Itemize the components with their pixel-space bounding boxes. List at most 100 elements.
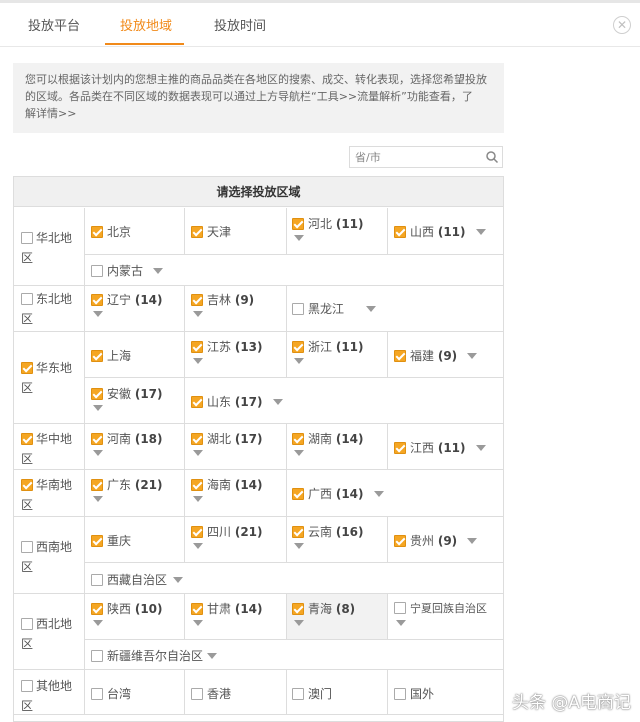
province-tianjin[interactable]: 天津 [191, 223, 231, 240]
province-checkbox[interactable] [394, 350, 406, 362]
region-checkbox[interactable] [21, 541, 33, 553]
province-macau[interactable]: 澳门 [292, 685, 332, 702]
chevron-down-icon[interactable] [93, 620, 103, 626]
province-anhui[interactable]: 安徽 (17) [91, 385, 163, 411]
province-checkbox[interactable] [91, 574, 103, 586]
province-checkbox[interactable] [394, 535, 406, 547]
province-checkbox[interactable] [91, 388, 103, 400]
province-beijing[interactable]: 北京 [91, 223, 131, 240]
province-shaanxi[interactable]: 陕西 (10) [91, 600, 163, 626]
tab-time[interactable]: 投放时间 [214, 15, 266, 34]
province-checkbox[interactable] [191, 526, 203, 538]
province-checkbox[interactable] [191, 396, 203, 408]
province-checkbox[interactable] [191, 226, 203, 238]
region-other[interactable]: 其他地区 [21, 676, 79, 716]
province-chongqing[interactable]: 重庆 [91, 532, 131, 549]
region-dongbei[interactable]: 东北地区 [21, 289, 79, 329]
province-checkbox[interactable] [394, 602, 406, 614]
chevron-down-icon[interactable] [294, 235, 304, 241]
region-checkbox[interactable] [21, 232, 33, 244]
province-hainan[interactable]: 海南 (14) [191, 476, 263, 502]
province-hunan[interactable]: 湖南 (14) [292, 430, 364, 456]
province-jiangxi[interactable]: 江西 (11) [394, 439, 486, 456]
province-checkbox[interactable] [292, 433, 304, 445]
province-checkbox[interactable] [292, 341, 304, 353]
province-neimenggu[interactable]: 内蒙古 [91, 262, 164, 279]
chevron-down-icon[interactable] [173, 577, 184, 583]
chevron-down-icon[interactable] [93, 311, 103, 317]
chevron-down-icon[interactable] [193, 450, 203, 456]
chevron-down-icon[interactable] [193, 543, 203, 549]
province-overseas[interactable]: 国外 [394, 685, 434, 702]
chevron-down-icon[interactable] [294, 620, 304, 626]
province-heilongjiang[interactable]: 黑龙江 [292, 300, 377, 317]
tab-platform[interactable]: 投放平台 [28, 15, 80, 34]
chevron-down-icon[interactable] [207, 653, 218, 659]
province-checkbox[interactable] [91, 350, 103, 362]
region-checkbox[interactable] [21, 618, 33, 630]
province-qinghai[interactable]: 青海 (8) [292, 600, 355, 626]
chevron-down-icon[interactable] [396, 620, 406, 626]
province-hubei[interactable]: 湖北 (17) [191, 430, 263, 456]
region-huanan[interactable]: 华南地区 [21, 475, 79, 515]
province-checkbox[interactable] [191, 433, 203, 445]
region-huadong[interactable]: 华东地区 [21, 358, 79, 398]
province-checkbox[interactable] [191, 688, 203, 700]
chevron-down-icon[interactable] [93, 450, 103, 456]
chevron-down-icon[interactable] [467, 353, 478, 359]
region-checkbox[interactable] [21, 680, 33, 692]
chevron-down-icon[interactable] [272, 399, 283, 405]
chevron-down-icon[interactable] [373, 491, 384, 497]
province-checkbox[interactable] [91, 433, 103, 445]
region-xibei[interactable]: 西北地区 [21, 614, 79, 654]
province-checkbox[interactable] [91, 688, 103, 700]
search-input[interactable] [355, 149, 483, 165]
region-checkbox[interactable] [21, 362, 33, 374]
chevron-down-icon[interactable] [193, 311, 203, 317]
province-gansu[interactable]: 甘肃 (14) [191, 600, 263, 626]
province-checkbox[interactable] [191, 341, 203, 353]
province-checkbox[interactable] [91, 479, 103, 491]
province-checkbox[interactable] [394, 688, 406, 700]
province-checkbox[interactable] [191, 479, 203, 491]
province-checkbox[interactable] [91, 650, 103, 662]
province-liaoning[interactable]: 辽宁 (14) [91, 291, 163, 317]
close-icon[interactable]: ✕ [613, 16, 631, 34]
province-checkbox[interactable] [191, 294, 203, 306]
province-ningxia[interactable]: 宁夏回族自治区 [394, 600, 487, 626]
province-checkbox[interactable] [91, 226, 103, 238]
chevron-down-icon[interactable] [193, 496, 203, 502]
province-checkbox[interactable] [394, 442, 406, 454]
province-xinjiang[interactable]: 新疆维吾尔自治区 [91, 647, 218, 664]
province-checkbox[interactable] [91, 265, 103, 277]
chevron-down-icon[interactable] [294, 543, 304, 549]
chevron-down-icon[interactable] [475, 229, 486, 235]
province-guangxi[interactable]: 广西 (14) [292, 485, 384, 502]
province-fujian[interactable]: 福建 (9) [394, 347, 478, 364]
province-yunnan[interactable]: 云南 (16) [292, 523, 364, 549]
region-checkbox[interactable] [21, 479, 33, 491]
province-xizang[interactable]: 西藏自治区 [91, 571, 184, 588]
province-taiwan[interactable]: 台湾 [91, 685, 131, 702]
province-guizhou[interactable]: 贵州 (9) [394, 532, 478, 549]
chevron-down-icon[interactable] [475, 445, 486, 451]
search-icon[interactable] [485, 150, 499, 164]
province-zhejiang[interactable]: 浙江 (11) [292, 338, 364, 364]
province-checkbox[interactable] [394, 226, 406, 238]
chevron-down-icon[interactable] [153, 268, 164, 274]
region-checkbox[interactable] [21, 433, 33, 445]
chevron-down-icon[interactable] [467, 538, 478, 544]
chevron-down-icon[interactable] [294, 450, 304, 456]
province-henan[interactable]: 河南 (18) [91, 430, 163, 456]
tab-region[interactable]: 投放地域 [120, 15, 172, 34]
province-checkbox[interactable] [292, 603, 304, 615]
province-guangdong[interactable]: 广东 (21) [91, 476, 163, 502]
province-checkbox[interactable] [91, 603, 103, 615]
province-checkbox[interactable] [292, 526, 304, 538]
chevron-down-icon[interactable] [93, 405, 103, 411]
province-checkbox[interactable] [292, 488, 304, 500]
province-checkbox[interactable] [292, 303, 304, 315]
province-checkbox[interactable] [292, 218, 304, 230]
chevron-down-icon[interactable] [366, 306, 377, 312]
region-checkbox[interactable] [21, 293, 33, 305]
